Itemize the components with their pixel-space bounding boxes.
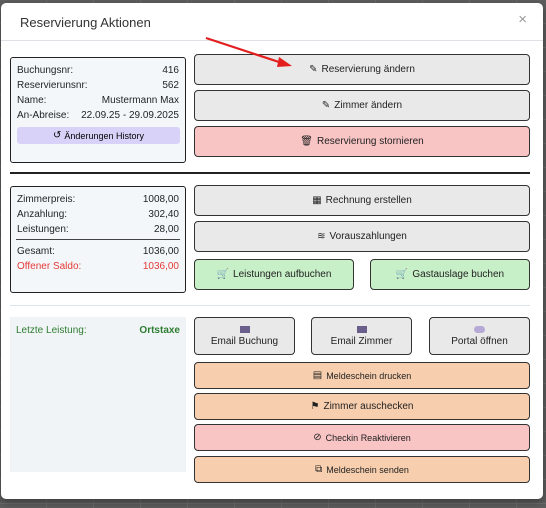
booking-number-label: Buchungsnr: — [17, 65, 74, 76]
reservation-number-row: Reservierunsnr: 562 — [17, 80, 179, 92]
book-guest-expense-button[interactable]: 🛒 Gastauslage buchen — [370, 259, 530, 290]
deposit-value: 302,40 — [148, 209, 179, 220]
print-registration-label: Meldeschein drucken — [326, 370, 412, 381]
stay-dates-value: 22.09.25 - 29.09.2025 — [81, 110, 179, 121]
last-service-row: Letzte Leistung: Ortstaxe — [16, 325, 180, 337]
email-room-button[interactable]: Email Zimmer — [311, 317, 412, 355]
prepayments-button[interactable]: ≋ Vorauszahlungen — [194, 221, 530, 252]
prepayments-label: Vorauszahlungen — [329, 231, 407, 242]
close-icon[interactable]: × — [518, 12, 527, 27]
book-services-label: Leistungen aufbuchen — [233, 269, 332, 280]
change-history-label: Änderungen History — [64, 130, 144, 141]
edit-reservation-button[interactable]: ✎ Reservierung ändern — [194, 54, 530, 85]
send-icon: ⧉ — [315, 463, 323, 475]
total-value: 1036,00 — [142, 246, 179, 257]
services-label: Leistungen: — [17, 224, 69, 235]
cart-icon: 🛒 — [216, 268, 230, 280]
guest-name-value: Mustermann Max — [101, 95, 179, 106]
edit-icon: ✎ — [309, 63, 318, 75]
send-registration-label: Meldeschein senden — [326, 464, 409, 475]
cloud-icon — [474, 325, 485, 333]
calculator-icon: ▦ — [312, 194, 322, 206]
booking-number-row: Buchungsnr: 416 — [17, 65, 179, 77]
services-value: 28,00 — [153, 224, 179, 235]
section-divider — [10, 172, 530, 174]
email-booking-label: Email Buchung — [210, 335, 279, 347]
last-service-label: Letzte Leistung: — [16, 325, 87, 336]
room-price-value: 1008,00 — [142, 194, 179, 205]
booking-info-box: Buchungsnr: 416 Reservierunsnr: 562 Name… — [10, 57, 186, 163]
checkout-room-button[interactable]: ⚑ Zimmer auschecken — [194, 393, 530, 420]
open-balance-row: Offener Saldo: 1036,00 — [17, 261, 179, 273]
reservation-number-value: 562 — [162, 80, 179, 91]
book-guest-expense-label: Gastauslage buchen — [412, 269, 505, 280]
total-row: Gesamt: 1036,00 — [17, 246, 179, 258]
guest-name-label: Name: — [17, 95, 47, 106]
services-row: Leistungen: 28,00 — [17, 224, 179, 236]
envelope-icon — [239, 325, 250, 333]
book-services-button[interactable]: 🛒 Leistungen aufbuchen — [194, 259, 354, 290]
flag-icon: ⚑ — [310, 400, 320, 412]
edit-icon: ✎ — [321, 99, 331, 111]
stay-dates-label: An-Abreise: — [17, 110, 70, 121]
guest-name-row: Name: Mustermann Max — [17, 95, 179, 107]
print-registration-button[interactable]: ▤ Meldeschein drucken — [194, 362, 530, 389]
room-price-label: Zimmerpreis: — [17, 194, 76, 205]
trash-icon: 🗑 — [300, 135, 313, 147]
cart-icon: 🛒 — [395, 268, 409, 280]
cancel-reservation-label: Reservierung stornieren — [316, 136, 424, 147]
reservation-actions-modal: Reservierung Aktionen × Buchungsnr: 416 … — [1, 3, 543, 499]
room-price-row: Zimmerpreis: 1008,00 — [17, 194, 179, 206]
reservation-number-label: Reservierunsnr: — [17, 80, 88, 91]
coins-icon: ≋ — [317, 230, 326, 242]
booking-number-value: 416 — [162, 65, 179, 76]
modal-title: Reservierung Aktionen — [20, 15, 151, 30]
create-invoice-label: Rechnung erstellen — [325, 195, 412, 206]
checkout-room-label: Zimmer auschecken — [323, 401, 414, 412]
deposit-label: Anzahlung: — [17, 209, 68, 220]
open-portal-button[interactable]: Portal öffnen — [429, 317, 530, 355]
section-divider-light — [10, 305, 530, 306]
email-room-label: Email Zimmer — [330, 335, 393, 347]
last-service-value: Ortstaxe — [139, 325, 180, 336]
price-divider — [16, 239, 180, 240]
deposit-row: Anzahlung: 302,40 — [17, 209, 179, 221]
edit-room-label: Zimmer ändern — [334, 100, 403, 111]
email-booking-button[interactable]: Email Buchung — [194, 317, 295, 355]
reactivate-checkin-label: Checkin Reaktivieren — [325, 432, 411, 443]
price-info-box: Zimmerpreis: 1008,00 Anzahlung: 302,40 L… — [10, 186, 186, 293]
open-portal-label: Portal öffnen — [451, 335, 508, 347]
edit-reservation-label: Reservierung ändern — [321, 64, 415, 75]
change-history-button[interactable]: ↺ Änderungen History — [17, 127, 180, 144]
create-invoice-button[interactable]: ▦ Rechnung erstellen — [194, 185, 530, 216]
edit-room-button[interactable]: ✎ Zimmer ändern — [194, 90, 530, 121]
total-label: Gesamt: — [17, 246, 55, 257]
history-icon: ↺ — [53, 129, 62, 141]
modal-header: Reservierung Aktionen × — [1, 3, 543, 41]
send-registration-button[interactable]: ⧉ Meldeschein senden — [194, 456, 530, 483]
undo-circle-icon: ⊘ — [313, 431, 322, 443]
envelope-icon — [356, 325, 367, 333]
last-service-panel: Letzte Leistung: Ortstaxe — [10, 317, 186, 472]
reactivate-checkin-button[interactable]: ⊘ Checkin Reaktivieren — [194, 424, 530, 451]
print-icon: ▤ — [312, 369, 323, 381]
stay-dates-row: An-Abreise: 22.09.25 - 29.09.2025 — [17, 110, 179, 122]
open-balance-value: 1036,00 — [142, 261, 179, 272]
cancel-reservation-button[interactable]: 🗑 Reservierung stornieren — [194, 126, 530, 157]
open-balance-label: Offener Saldo: — [17, 261, 82, 272]
